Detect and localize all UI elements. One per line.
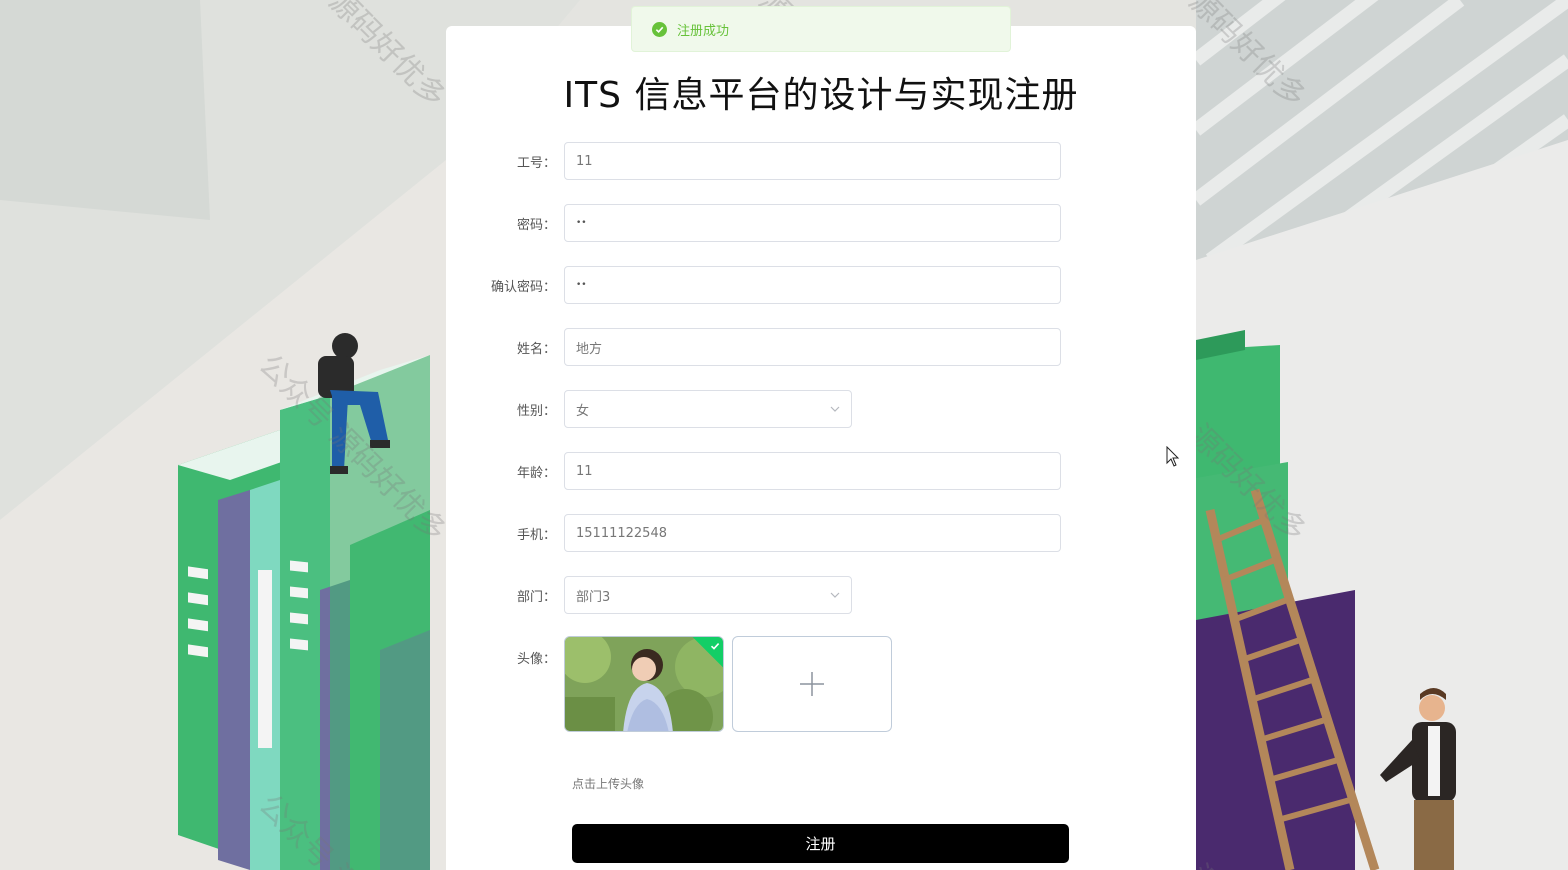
avatar-label: 头像： — [516, 652, 556, 667]
form-row-password: 密码： •• — [446, 204, 1061, 242]
gender-select[interactable]: 女 — [564, 390, 852, 428]
form-row-age: 年龄： 11 — [446, 452, 1061, 490]
avatar-upload-button[interactable] — [732, 636, 892, 732]
department-value: 部门3 — [576, 589, 611, 605]
department-select[interactable]: 部门3 — [564, 576, 852, 614]
check-icon — [710, 643, 720, 650]
employee-id-value: 11 — [576, 153, 593, 169]
chevron-down-icon — [830, 592, 840, 598]
chevron-down-icon — [830, 406, 840, 412]
age-label: 年龄： — [516, 465, 556, 481]
avatar-photo — [565, 637, 723, 731]
name-label: 姓名： — [516, 341, 556, 357]
register-button[interactable]: 注册 — [572, 824, 1069, 863]
gender-value: 女 — [576, 403, 590, 419]
gender-label: 性别： — [516, 403, 556, 419]
phone-label: 手机： — [516, 527, 556, 543]
department-label: 部门： — [516, 589, 556, 605]
phone-input[interactable]: 15111122548 — [564, 514, 1061, 552]
form-row-avatar: 头像： — [446, 636, 892, 732]
plus-icon — [800, 672, 824, 696]
uploaded-avatar-image[interactable] — [564, 636, 724, 732]
age-input[interactable]: 11 — [564, 452, 1061, 490]
employee-id-label: 工号： — [516, 155, 556, 171]
toast-message: 注册成功 — [677, 23, 730, 39]
form-row-phone: 手机： 15111122548 — [446, 514, 1061, 552]
mouse-cursor-icon — [1166, 446, 1180, 467]
page-title: ITS 信息平台的设计与实现注册 — [563, 75, 1079, 116]
employee-id-input[interactable]: 11 — [564, 142, 1061, 180]
confirm-password-value: •• — [576, 280, 587, 290]
confirm-password-input[interactable]: •• — [564, 266, 1061, 304]
form-row-confirm-password: 确认密码： •• — [446, 266, 1061, 304]
form-row-name: 姓名： 地方 — [446, 328, 1061, 366]
form-row-department: 部门： 部门3 — [446, 576, 852, 614]
password-input[interactable]: •• — [564, 204, 1061, 242]
avatar-upload-tip: 点击上传头像 — [572, 777, 645, 791]
success-toast: 注册成功 — [631, 6, 1011, 52]
form-row-employee-id: 工号： 11 — [446, 142, 1061, 180]
form-row-gender: 性别： 女 — [446, 390, 852, 428]
success-check-icon — [652, 21, 667, 37]
name-value: 地方 — [576, 341, 603, 357]
phone-value: 15111122548 — [576, 525, 667, 541]
name-input[interactable]: 地方 — [564, 328, 1061, 366]
confirm-password-label: 确认密码： — [490, 279, 556, 295]
age-value: 11 — [576, 463, 593, 479]
register-card: ITS 信息平台的设计与实现注册 工号： 11 密码： •• 确认密码： •• … — [446, 26, 1196, 870]
password-label: 密码： — [516, 217, 556, 233]
password-value: •• — [576, 218, 587, 228]
